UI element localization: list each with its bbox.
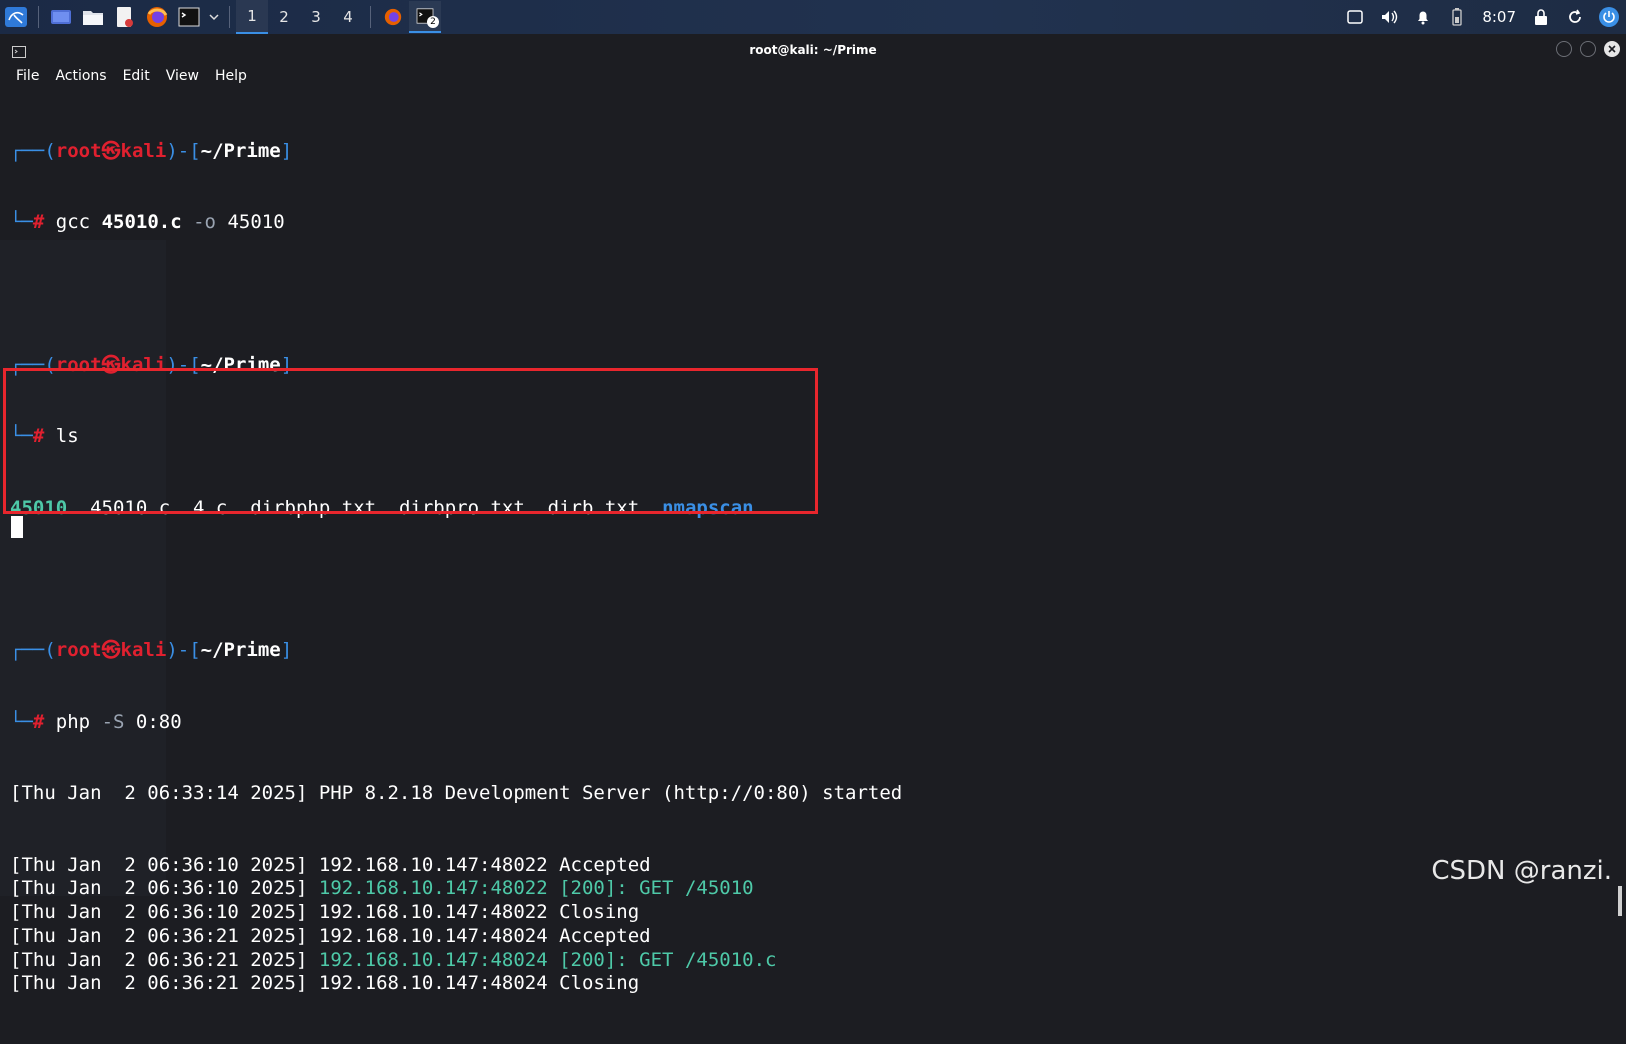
command-line: └─# gcc 45010.c -o 45010: [10, 210, 285, 233]
log-timestamp: [Thu Jan 2 06:36:21 2025]: [10, 972, 308, 995]
workspace-4[interactable]: 4: [332, 0, 364, 34]
log-address: 192.168.10.147:48024: [318, 972, 548, 995]
window-titlebar[interactable]: root@kali: ~/Prime: [0, 36, 1626, 64]
window-title: root@kali: ~/Prime: [749, 43, 877, 57]
separator: [370, 6, 371, 28]
terminal-count-badge: 2: [427, 16, 439, 28]
firefox-icon[interactable]: [141, 1, 173, 33]
log-timestamp: [Thu Jan 2 06:36:10 2025]: [10, 853, 308, 876]
bell-icon[interactable]: [1406, 0, 1440, 34]
system-tray: 8:07: [1338, 0, 1626, 34]
terminal-window: root@kali: ~/Prime File Actions Edit Vie…: [0, 36, 1626, 994]
terminal-icon[interactable]: [173, 1, 205, 33]
battery-icon: [1440, 0, 1474, 34]
refresh-icon[interactable]: [1558, 0, 1592, 34]
menu-file[interactable]: File: [16, 68, 39, 84]
text-editor-icon[interactable]: [109, 1, 141, 33]
clock[interactable]: 8:07: [1474, 8, 1524, 26]
power-icon[interactable]: [1592, 0, 1626, 34]
log-timestamp: [Thu Jan 2 06:36:21 2025]: [10, 948, 308, 971]
menu-help[interactable]: Help: [215, 68, 247, 84]
log-timestamp: [Thu Jan 2 06:36:21 2025]: [10, 924, 308, 947]
watermark: CSDN @ranzi.: [1431, 856, 1612, 886]
scrollbar[interactable]: [1618, 886, 1622, 916]
separator: [38, 6, 39, 28]
log-line: [Thu Jan 2 06:36:10 2025] 192.168.10.147…: [10, 901, 1610, 925]
log-message: Accepted: [559, 853, 651, 876]
log-address: 192.168.10.147:48022: [318, 853, 548, 876]
close-button[interactable]: [1604, 41, 1620, 57]
desktop-icon[interactable]: [45, 1, 77, 33]
firefox-task-icon[interactable]: [377, 1, 409, 33]
log-line: [Thu Jan 2 06:36:10 2025] 192.168.10.147…: [10, 877, 1610, 901]
minimize-button[interactable]: [1556, 41, 1572, 57]
terminal-task-icon[interactable]: 2: [409, 1, 441, 33]
log-line: [Thu Jan 2 06:36:10 2025] 192.168.10.147…: [10, 854, 1610, 878]
lock-icon[interactable]: [1524, 0, 1558, 34]
terminal-output[interactable]: ┌──(root㉿kali)-[~/Prime] └─# gcc 45010.c…: [10, 92, 1610, 1044]
separator: [229, 6, 230, 28]
request-log: [Thu Jan 2 06:36:10 2025] 192.168.10.147…: [10, 854, 1610, 997]
prompt-line: ┌──(root㉿kali)-[~/Prime]: [10, 139, 293, 162]
maximize-button[interactable]: [1580, 41, 1596, 57]
volume-icon[interactable]: [1372, 0, 1406, 34]
log-message: Accepted: [559, 924, 651, 947]
file-manager-icon[interactable]: [77, 1, 109, 33]
kali-menu-icon[interactable]: [0, 1, 32, 33]
log-message: Closing: [559, 901, 640, 924]
menu-actions[interactable]: Actions: [55, 68, 106, 84]
highlight-box: [3, 368, 818, 514]
workspace-1[interactable]: 1: [236, 0, 268, 34]
terminal-cursor: [11, 516, 23, 538]
log-address: 192.168.10.147:48024: [318, 924, 548, 947]
menu-edit[interactable]: Edit: [123, 68, 150, 84]
log-address: 192.168.10.147:48024: [318, 948, 548, 971]
command-line: └─# php -S 0:80: [10, 710, 182, 733]
prompt-line: ┌──(root㉿kali)-[~/Prime]: [10, 639, 293, 662]
workspace-3[interactable]: 3: [300, 0, 332, 34]
log-message: Closing: [559, 972, 640, 995]
log-timestamp: [Thu Jan 2 06:36:10 2025]: [10, 901, 308, 924]
workspace-2[interactable]: 2: [268, 0, 300, 34]
top-panel: 1 2 3 4 2 8:07: [0, 0, 1626, 34]
close-icon: [1608, 45, 1616, 53]
log-message: [200]: GET /45010.c: [559, 948, 777, 971]
screen-icon[interactable]: [1338, 0, 1372, 34]
log-line: [Thu Jan 2 06:36:21 2025] 192.168.10.147…: [10, 925, 1610, 949]
log-line: [Thu Jan 2 06:36:21 2025] 192.168.10.147…: [10, 972, 1610, 996]
log-address: 192.168.10.147:48022: [318, 901, 548, 924]
menu-bar: File Actions Edit View Help: [0, 64, 1626, 88]
chevron-down-icon[interactable]: [205, 1, 223, 33]
menu-view[interactable]: View: [166, 68, 199, 84]
server-started-line: [Thu Jan 2 06:33:14 2025] PHP 8.2.18 Dev…: [10, 782, 903, 805]
log-line: [Thu Jan 2 06:36:21 2025] 192.168.10.147…: [10, 949, 1610, 973]
